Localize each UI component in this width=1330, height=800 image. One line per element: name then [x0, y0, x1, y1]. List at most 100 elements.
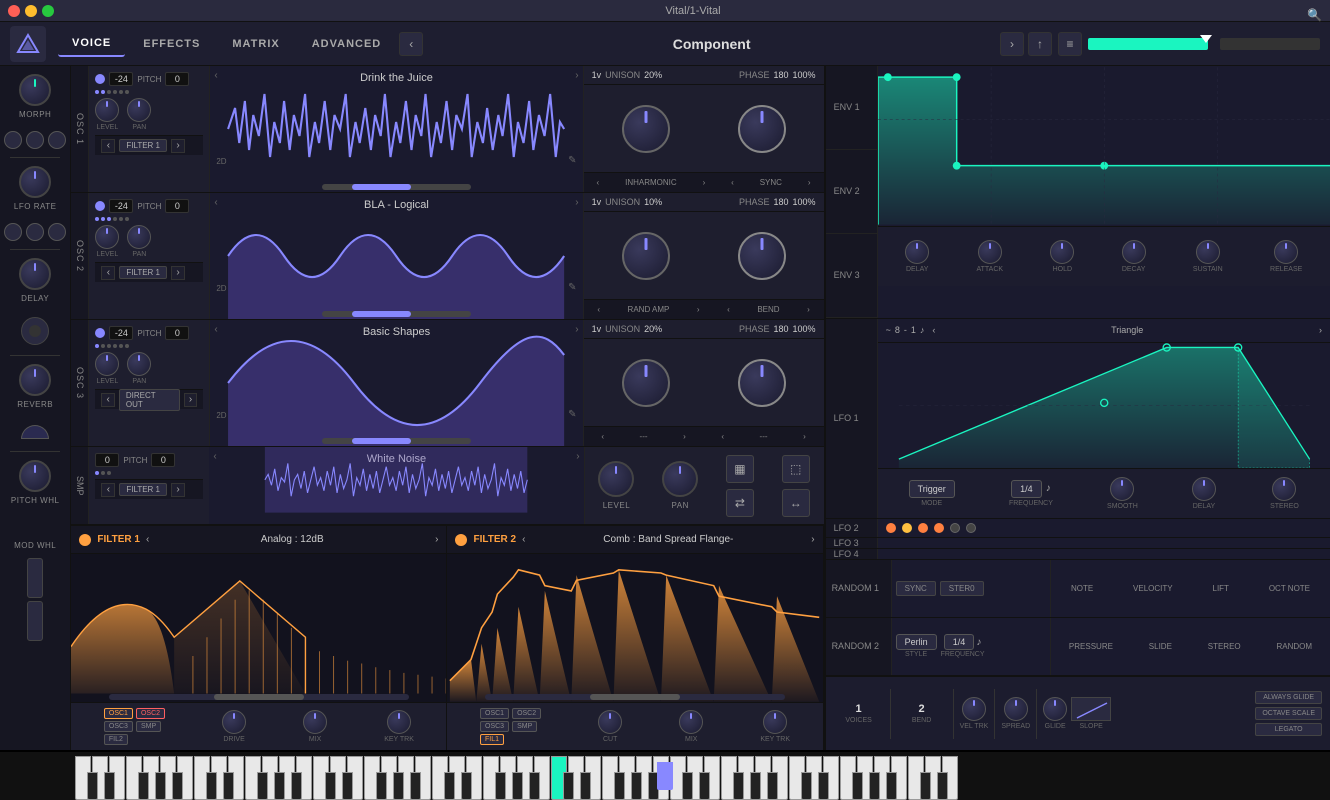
piano-key-black-25[interactable] — [512, 772, 523, 800]
osc1-sync-next[interactable]: › — [808, 178, 811, 187]
glide-opt-octave[interactable]: OCTAVE SCALE — [1255, 707, 1322, 720]
tab-voice[interactable]: VOICE — [58, 31, 125, 57]
osc3-sync-next[interactable]: › — [803, 432, 806, 441]
piano-key-black-42[interactable] — [801, 772, 812, 800]
filter1-next[interactable]: › — [435, 534, 438, 545]
filter2-keytrk-knob[interactable] — [763, 710, 787, 734]
osc1-filter[interactable]: FILTER 1 — [119, 139, 167, 152]
osc3-fine[interactable]: 0 — [165, 326, 189, 340]
osc1-fine[interactable]: 0 — [165, 72, 189, 86]
smp-pan-knob[interactable] — [662, 461, 698, 497]
osc2-edit-icon[interactable]: ✎ — [568, 282, 576, 293]
lfo2-dot5[interactable] — [950, 523, 960, 533]
random2-style-btn[interactable]: Perlin — [896, 634, 937, 650]
piano-key-black-1[interactable] — [104, 772, 115, 800]
piano-key-black-43[interactable] — [818, 772, 829, 800]
filter2-mix-knob[interactable] — [679, 710, 703, 734]
osc2-sync-next[interactable]: › — [807, 305, 810, 314]
piano-key-black-32[interactable] — [631, 772, 642, 800]
piano-key-black-36[interactable] — [699, 772, 710, 800]
env-decay-knob[interactable] — [1122, 240, 1146, 264]
slope-display[interactable] — [1071, 697, 1111, 721]
piano-key-black-3[interactable] — [138, 772, 149, 800]
tab-effects[interactable]: EFFECTS — [129, 32, 214, 56]
lfo1-delay-knob[interactable] — [1192, 477, 1216, 501]
osc2-filter-prev[interactable]: ‹ — [101, 266, 115, 280]
random2-freq-btn[interactable]: 1/4 — [944, 634, 975, 650]
mod-slider[interactable] — [27, 601, 43, 641]
piano-key-black-14[interactable] — [325, 772, 336, 800]
piano-key-black-47[interactable] — [886, 772, 897, 800]
filter2-scrollbar[interactable] — [485, 694, 785, 700]
vel-trk-knob[interactable] — [962, 697, 986, 721]
lfo2-dot1[interactable] — [886, 523, 896, 533]
filter1-enable[interactable] — [79, 534, 91, 546]
pitch-slider[interactable] — [27, 558, 43, 598]
piano-key-black-10[interactable] — [257, 772, 268, 800]
glide-opt-always[interactable]: ALWAYS GLIDE — [1255, 691, 1322, 704]
delay-extra-knob[interactable] — [21, 317, 49, 345]
piano-key-black-22[interactable] — [461, 772, 472, 800]
piano-key-black-21[interactable] — [444, 772, 455, 800]
smp-level-knob[interactable] — [598, 461, 634, 497]
env-release-knob[interactable] — [1274, 240, 1298, 264]
tab-advanced[interactable]: ADVANCED — [298, 32, 396, 56]
lfo2-dot6[interactable] — [966, 523, 976, 533]
filter1-prev[interactable]: ‹ — [146, 534, 149, 545]
piano-key-black-35[interactable] — [682, 772, 693, 800]
filter1-mix-knob[interactable] — [303, 710, 327, 734]
tab-matrix[interactable]: MATRIX — [218, 32, 293, 56]
morph-icon-2[interactable] — [26, 131, 44, 149]
lfo2-dot3[interactable] — [918, 523, 928, 533]
piano-key-black-49[interactable] — [920, 772, 931, 800]
piano-key-black-39[interactable] — [750, 772, 761, 800]
lfo1-arrow-next[interactable]: › — [1319, 325, 1322, 335]
filter2-osc2-btn[interactable]: OSC2 — [512, 708, 541, 719]
filter2-cut-knob[interactable] — [598, 710, 622, 734]
lfo2-dot4[interactable] — [934, 523, 944, 533]
osc2-mode-next[interactable]: › — [697, 305, 700, 314]
filter1-drive-knob[interactable] — [222, 710, 246, 734]
osc1-phase-knob[interactable] — [738, 105, 786, 153]
osc3-pan-knob[interactable] — [127, 352, 151, 376]
osc3-edit-icon[interactable]: ✎ — [568, 409, 576, 420]
piano-key-black-15[interactable] — [342, 772, 353, 800]
nav-arrow-right[interactable]: › — [1000, 32, 1024, 56]
osc2-scroll[interactable] — [322, 311, 471, 317]
maximize-button[interactable] — [42, 5, 54, 17]
osc2-sync-prev[interactable]: ‹ — [727, 305, 730, 314]
osc3-main-knob[interactable] — [622, 359, 670, 407]
smp-filter[interactable]: FILTER 1 — [119, 483, 167, 496]
filter2-prev[interactable]: ‹ — [522, 534, 525, 545]
osc3-filter-prev[interactable]: ‹ — [101, 393, 115, 407]
piano-key-black-28[interactable] — [563, 772, 574, 800]
osc1-pitch[interactable]: -24 — [109, 72, 133, 86]
piano-key-black-46[interactable] — [869, 772, 880, 800]
lfo-rate-knob[interactable] — [19, 166, 51, 198]
spread-knob[interactable] — [1004, 697, 1028, 721]
filter1-osc1-btn[interactable]: OSC1 — [104, 708, 133, 719]
env-attack-knob[interactable] — [978, 240, 1002, 264]
env-delay-knob[interactable] — [905, 240, 929, 264]
piano-key-black-40[interactable] — [767, 772, 778, 800]
piano-key-black-0[interactable] — [87, 772, 98, 800]
filter2-fil1-btn[interactable]: FIL1 — [480, 734, 504, 745]
piano-key-black-50[interactable] — [937, 772, 948, 800]
filter2-osc1-btn[interactable]: OSC1 — [480, 708, 509, 719]
osc2-level-knob[interactable] — [95, 225, 119, 249]
osc2-pitch[interactable]: -24 — [109, 199, 133, 213]
smp-icon-2[interactable]: ⇄ — [726, 489, 754, 517]
piano-key-black-8[interactable] — [223, 772, 234, 800]
close-button[interactable] — [8, 5, 20, 17]
lfo-icon-2[interactable] — [26, 223, 44, 241]
piano-key-black-11[interactable] — [274, 772, 285, 800]
lfo-icon-3[interactable] — [48, 223, 66, 241]
menu-icon[interactable]: ≡ — [1058, 32, 1082, 56]
filter1-osc2-btn[interactable]: OSC2 — [136, 708, 165, 719]
piano-key-black-19[interactable] — [410, 772, 421, 800]
osc2-mode-prev[interactable]: ‹ — [597, 305, 600, 314]
lfo1-freq-btn[interactable]: 1/4 — [1011, 480, 1042, 498]
osc1-enable[interactable] — [95, 74, 105, 84]
piano-key-black-12[interactable] — [291, 772, 302, 800]
delay-knob[interactable] — [19, 258, 51, 290]
